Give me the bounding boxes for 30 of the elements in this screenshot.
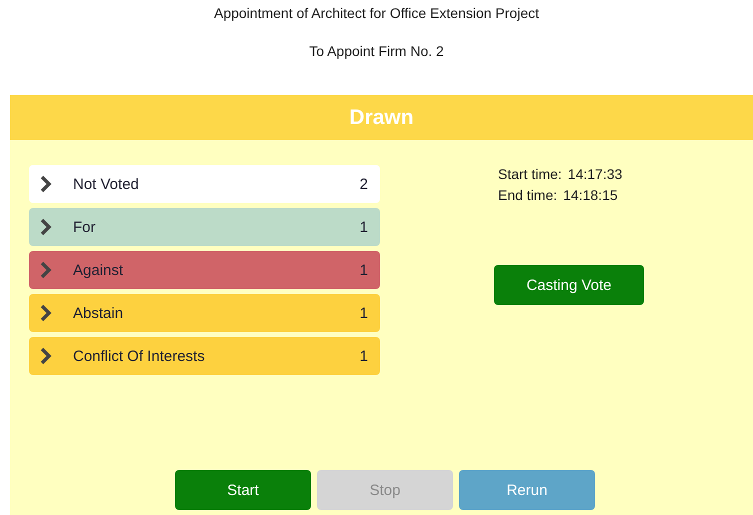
chevron-icon <box>39 304 53 322</box>
tally-label: Against <box>73 262 124 278</box>
chevron-icon <box>39 175 53 193</box>
tally-row[interactable]: Against 1 <box>29 251 380 289</box>
rerun-button[interactable]: Rerun <box>459 470 595 510</box>
tally-count: 2 <box>360 176 368 192</box>
tally-count: 1 <box>360 262 368 278</box>
tally-row[interactable]: Abstain 1 <box>29 294 380 332</box>
time-value: 14:17:33 <box>568 166 622 182</box>
time-label: Start time: <box>498 166 562 182</box>
time-value: 14:18:15 <box>563 187 618 203</box>
motion-title: To Appoint Firm No. 2 <box>309 43 444 59</box>
time-label: End time: <box>498 187 558 203</box>
chevron-icon <box>39 347 53 365</box>
tally-row[interactable]: Not Voted 2 <box>29 165 380 203</box>
start-button[interactable]: Start <box>175 470 311 510</box>
chevron-icon <box>39 261 53 279</box>
tally-label: Conflict Of Interests <box>73 348 206 364</box>
casting-vote-button[interactable]: Casting Vote <box>494 265 644 305</box>
chevron-icon <box>39 218 53 236</box>
tally-label: Not Voted <box>73 176 140 192</box>
tally-count: 1 <box>360 304 368 322</box>
meeting-subtitle: Appointment of Architect for Office Extension Project <box>214 5 539 21</box>
result-banner: Drawn <box>10 95 753 140</box>
tally-row[interactable]: For 1 <box>29 208 380 246</box>
tally-label: Abstain <box>73 304 124 322</box>
tally-row[interactable]: Conflict Of Interests 1 <box>29 337 380 375</box>
tally-count: 1 <box>360 218 368 236</box>
tally-count: 1 <box>360 348 368 364</box>
tally-label: For <box>73 218 96 236</box>
